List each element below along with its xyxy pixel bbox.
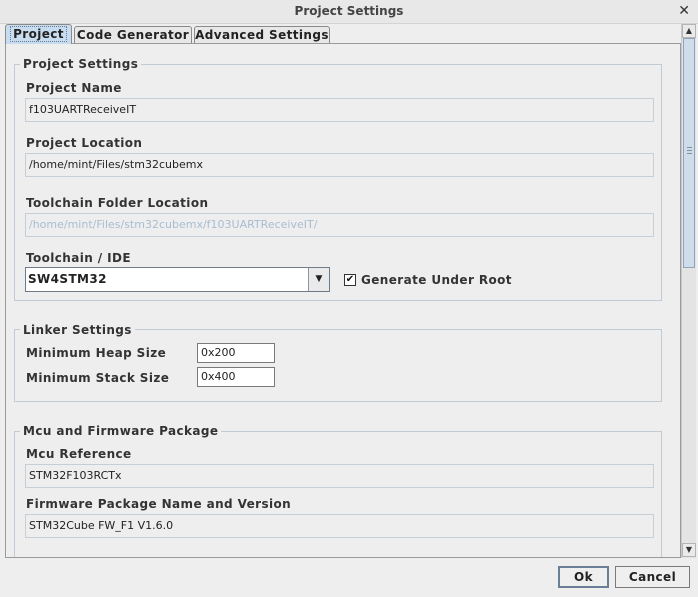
min-stack-label: Minimum Stack Size (26, 371, 170, 385)
close-icon[interactable]: ✕ (678, 3, 690, 19)
generate-under-root-checkbox[interactable]: ✔ (344, 274, 356, 286)
cancel-button[interactable]: Cancel (615, 566, 690, 588)
firmware-label: Firmware Package Name and Version (26, 497, 292, 511)
chevron-down-icon[interactable]: ▼ (308, 268, 329, 291)
mcu-reference-field[interactable]: STM32F103RCTx (25, 464, 654, 488)
min-heap-label: Minimum Heap Size (26, 346, 167, 360)
scroll-grip-line (687, 147, 692, 148)
tab-project[interactable]: Project (5, 24, 72, 44)
min-heap-input[interactable]: 0x200 (197, 343, 275, 363)
project-settings-legend: Project Settings (20, 57, 142, 71)
project-name-field[interactable]: f103UARTReceiveIT (25, 98, 654, 122)
checkmark-icon: ✔ (345, 274, 355, 285)
project-location-field[interactable]: /home/mint/Files/stm32cubemx (25, 153, 654, 177)
project-location-label: Project Location (26, 136, 143, 150)
generate-under-root-label: Generate Under Root (361, 273, 512, 287)
firmware-field[interactable]: STM32Cube FW_F1 V1.6.0 (25, 514, 654, 538)
mcu-reference-label: Mcu Reference (26, 447, 132, 461)
toolchain-ide-select[interactable]: SW4STM32 ▼ (25, 267, 330, 292)
toolchain-ide-value: SW4STM32 (28, 272, 107, 286)
scroll-thumb[interactable] (683, 38, 695, 268)
title-bar: Project Settings ✕ (0, 0, 698, 24)
scroll-grip-line (687, 153, 692, 154)
toolchain-ide-label: Toolchain / IDE (26, 251, 131, 265)
scroll-down-icon[interactable]: ▼ (682, 543, 696, 557)
toolchain-folder-field: /home/mint/Files/stm32cubemx/f103UARTRec… (25, 213, 654, 237)
toolchain-folder-label: Toolchain Folder Location (26, 196, 209, 210)
min-stack-input[interactable]: 0x400 (197, 367, 275, 387)
linker-settings-legend: Linker Settings (20, 323, 135, 337)
settings-panel: Project Settings Project Name f103UARTRe… (5, 43, 681, 558)
scroll-grip-line (687, 150, 692, 151)
ok-button[interactable]: Ok (558, 566, 609, 588)
tab-advanced-settings[interactable]: Advanced Settings (194, 26, 330, 43)
vertical-scrollbar[interactable]: ▲ ▼ (681, 24, 696, 558)
scroll-up-icon[interactable]: ▲ (682, 24, 696, 38)
linker-settings-group (14, 329, 662, 402)
mcu-firmware-legend: Mcu and Firmware Package (20, 424, 222, 438)
window-title: Project Settings (294, 4, 404, 18)
project-name-label: Project Name (26, 81, 122, 95)
tab-code-generator[interactable]: Code Generator (74, 26, 192, 43)
